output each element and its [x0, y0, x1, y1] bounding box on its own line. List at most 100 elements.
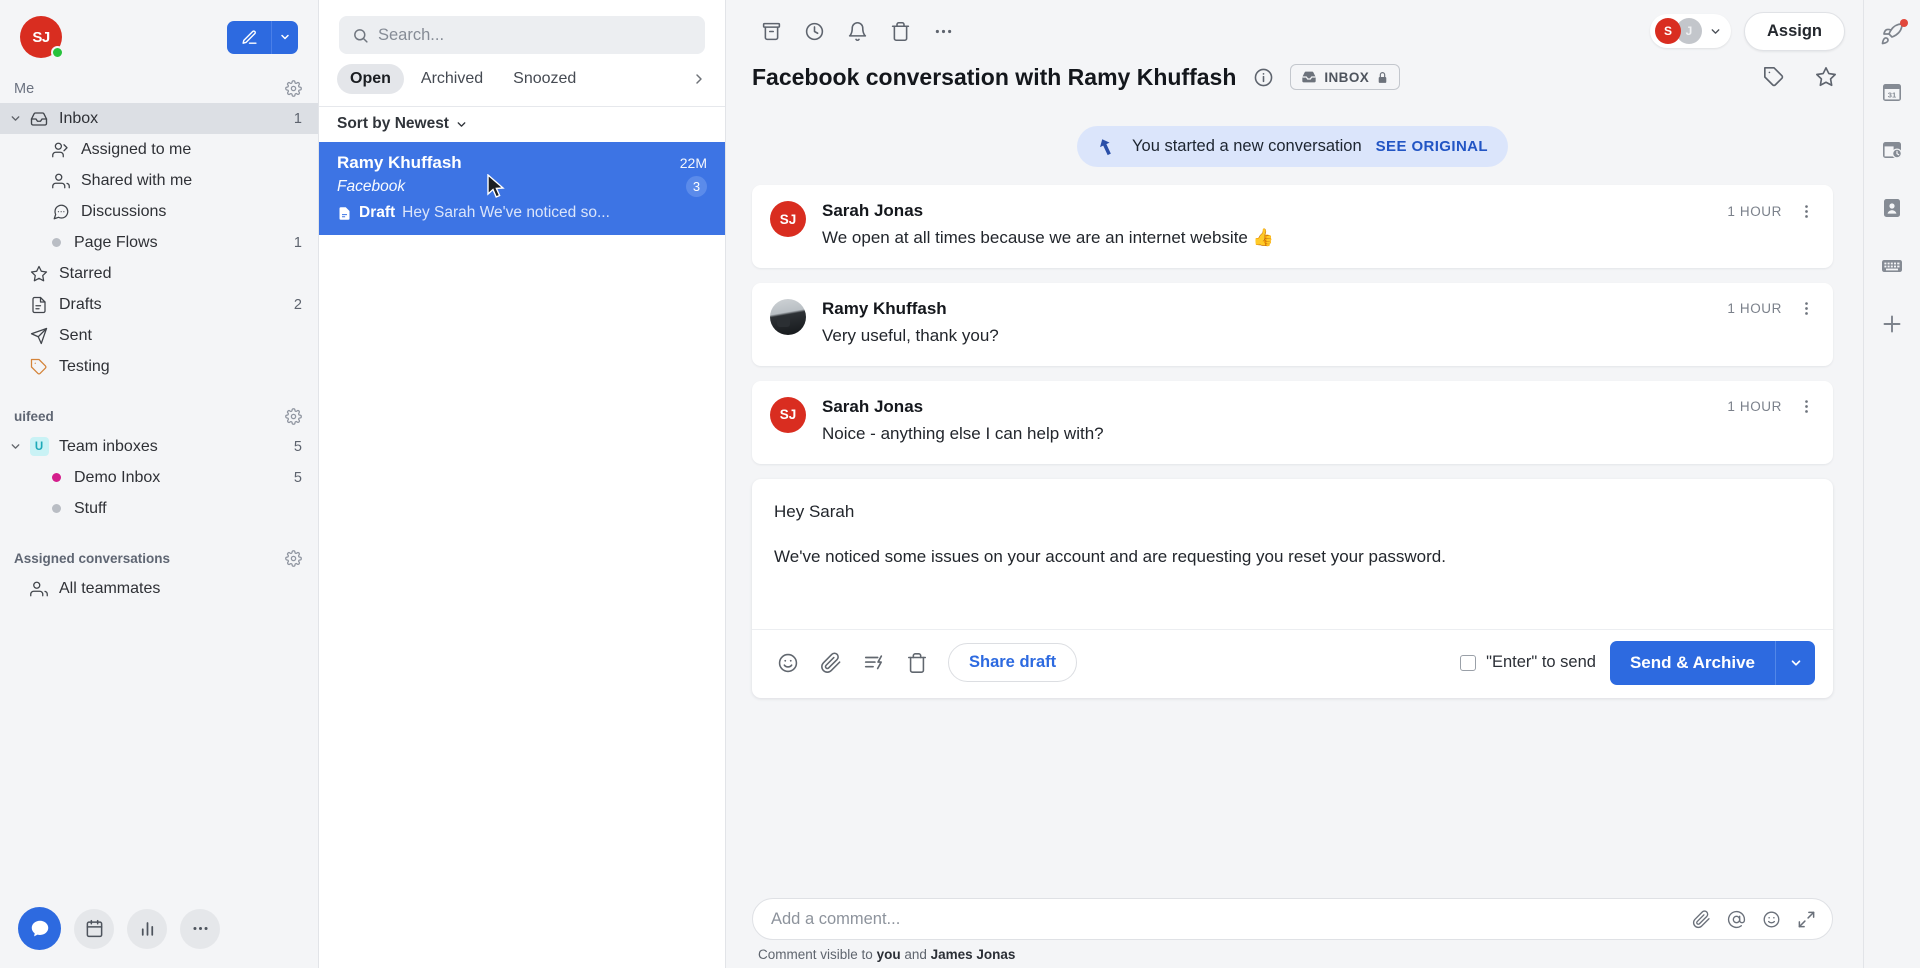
enter-to-send-toggle[interactable]: "Enter" to send — [1460, 653, 1596, 672]
info-icon[interactable] — [1250, 64, 1276, 90]
chevron-down-icon[interactable] — [4, 112, 26, 125]
mention-icon[interactable] — [1727, 910, 1746, 929]
sidebar-item-testing[interactable]: Testing — [0, 351, 318, 382]
keyboard-icon[interactable] — [1874, 248, 1910, 284]
star-icon[interactable] — [1807, 58, 1845, 96]
dot-icon — [52, 473, 61, 482]
conversation-channel: Facebook — [337, 177, 406, 195]
chevron-down-icon[interactable] — [4, 440, 26, 453]
note-and: and — [904, 947, 927, 962]
calendar-icon[interactable] — [74, 908, 114, 949]
send-options-button[interactable] — [1775, 640, 1815, 685]
message-more-icon[interactable] — [1798, 300, 1815, 317]
app-root: SJ Me Inbox 1 Assigned to me Shared with… — [0, 0, 1920, 968]
left-sidebar: SJ Me Inbox 1 Assigned to me Shared with… — [0, 0, 318, 968]
assignee-avatars[interactable]: S J — [1649, 14, 1731, 48]
macro-icon[interactable] — [856, 645, 892, 681]
tabs-next-icon[interactable] — [691, 71, 707, 87]
sidebar-item-demo-inbox[interactable]: Demo Inbox 5 — [0, 462, 318, 493]
trash-icon[interactable] — [899, 645, 935, 681]
sidebar-item-team-inboxes[interactable]: U Team inboxes 5 — [0, 431, 318, 462]
snooze-icon[interactable] — [795, 12, 833, 50]
draft-editor[interactable]: Hey Sarah We've noticed some issues on y… — [752, 479, 1833, 629]
right-rail: 31 — [1863, 0, 1920, 968]
avatar[interactable]: SJ — [20, 16, 64, 59]
message-more-icon[interactable] — [1798, 203, 1815, 220]
sidebar-item-discussions[interactable]: Discussions — [0, 196, 318, 227]
calendar-31-icon[interactable]: 31 — [1874, 74, 1910, 110]
sidebar-item-starred[interactable]: Starred — [0, 258, 318, 289]
message-text: We open at all times because we are an i… — [822, 228, 1274, 247]
enter-to-send-checkbox[interactable] — [1460, 654, 1477, 671]
message-more-icon[interactable] — [1798, 398, 1815, 415]
gear-icon[interactable] — [285, 408, 302, 425]
inbox-chip[interactable]: INBOX — [1290, 64, 1401, 90]
sort-control[interactable]: Sort by Newest — [319, 106, 725, 142]
message-timestamp: 1 HOUR — [1727, 399, 1782, 415]
sidebar-item-label: Team inboxes — [59, 437, 158, 455]
sidebar-item-assigned-to-me[interactable]: Assigned to me — [0, 134, 318, 165]
share-draft-button[interactable]: Share draft — [948, 643, 1078, 683]
sidebar-item-page-flows[interactable]: Page Flows 1 — [0, 227, 318, 258]
bell-icon[interactable] — [838, 12, 876, 50]
tag-icon[interactable] — [1755, 58, 1793, 96]
thread-toolbar: S J Assign — [726, 0, 1863, 56]
more-icon[interactable] — [924, 12, 962, 50]
emoji-icon[interactable] — [1762, 910, 1781, 929]
gear-icon[interactable] — [285, 80, 302, 97]
avatar-initials: SJ — [32, 28, 50, 46]
archive-icon[interactable] — [752, 12, 790, 50]
sidebar-item-label: Inbox — [59, 109, 99, 127]
compose-dropdown-button[interactable] — [271, 20, 298, 54]
more-icon[interactable] — [180, 908, 220, 949]
messages-icon[interactable] — [18, 907, 61, 950]
draft-toolbar: Share draft "Enter" to send Send & Archi… — [752, 628, 1833, 698]
sidebar-item-stuff[interactable]: Stuff — [0, 493, 318, 524]
attachment-icon[interactable] — [813, 645, 849, 681]
note-person: James Jonas — [930, 947, 1016, 962]
draft-icon — [26, 296, 52, 314]
gear-icon[interactable] — [285, 550, 302, 567]
see-original-link[interactable]: SEE ORIGINAL — [1376, 138, 1488, 155]
search-box[interactable] — [339, 16, 705, 54]
message-timestamp: 1 HOUR — [1727, 203, 1782, 219]
compose-group — [227, 20, 298, 54]
message-author: Sarah Jonas — [822, 201, 924, 220]
tab-open[interactable]: Open — [337, 64, 404, 94]
trash-icon[interactable] — [881, 12, 919, 50]
conversation-list-panel: Open Archived Snoozed Sort by Newest Ram… — [318, 0, 726, 968]
tab-snoozed[interactable]: Snoozed — [500, 64, 589, 94]
comment-input-wrapper[interactable] — [752, 898, 1833, 940]
expand-icon[interactable] — [1797, 910, 1816, 929]
conversation-timestamp: 22M — [679, 155, 707, 171]
sidebar-item-sent[interactable]: Sent — [0, 320, 318, 351]
history-icon[interactable] — [1874, 132, 1910, 168]
tab-archived[interactable]: Archived — [408, 64, 496, 94]
draft-label: Draft — [359, 204, 396, 221]
emoji-icon[interactable] — [770, 645, 806, 681]
plus-icon[interactable] — [1874, 306, 1910, 342]
sidebar-item-all-teammates[interactable]: All teammates — [0, 573, 318, 604]
conversation-row-ramy-khuffash[interactable]: Ramy Khuffash 22M Facebook 3 Draft Hey S… — [319, 142, 725, 235]
new-conversation-banner: You started a new conversation SEE ORIGI… — [1077, 126, 1508, 167]
people-icon — [26, 580, 52, 598]
note-prefix: Comment visible to — [758, 947, 873, 962]
rocket-icon[interactable] — [1874, 16, 1910, 52]
avatar: SJ — [770, 396, 806, 433]
analytics-icon[interactable] — [127, 908, 167, 949]
compose-button[interactable] — [227, 20, 271, 54]
assign-button[interactable]: Assign — [1743, 11, 1845, 51]
send-and-archive-button[interactable]: Send & Archive — [1609, 640, 1775, 685]
sidebar-item-drafts[interactable]: Drafts 2 — [0, 289, 318, 320]
comment-input[interactable] — [771, 909, 1676, 929]
thread-scroll[interactable]: You started a new conversation SEE ORIGI… — [726, 110, 1863, 890]
conversation-row-line3: Draft Hey Sarah We've noticed so... — [337, 204, 707, 222]
send-icon — [26, 327, 52, 345]
attachment-icon[interactable] — [1692, 909, 1711, 929]
contact-icon[interactable] — [1874, 190, 1910, 226]
avatar — [770, 298, 806, 335]
sidebar-item-shared-with-me[interactable]: Shared with me — [0, 165, 318, 196]
search-input[interactable] — [378, 25, 692, 45]
sidebar-item-inbox[interactable]: Inbox 1 — [0, 103, 318, 134]
